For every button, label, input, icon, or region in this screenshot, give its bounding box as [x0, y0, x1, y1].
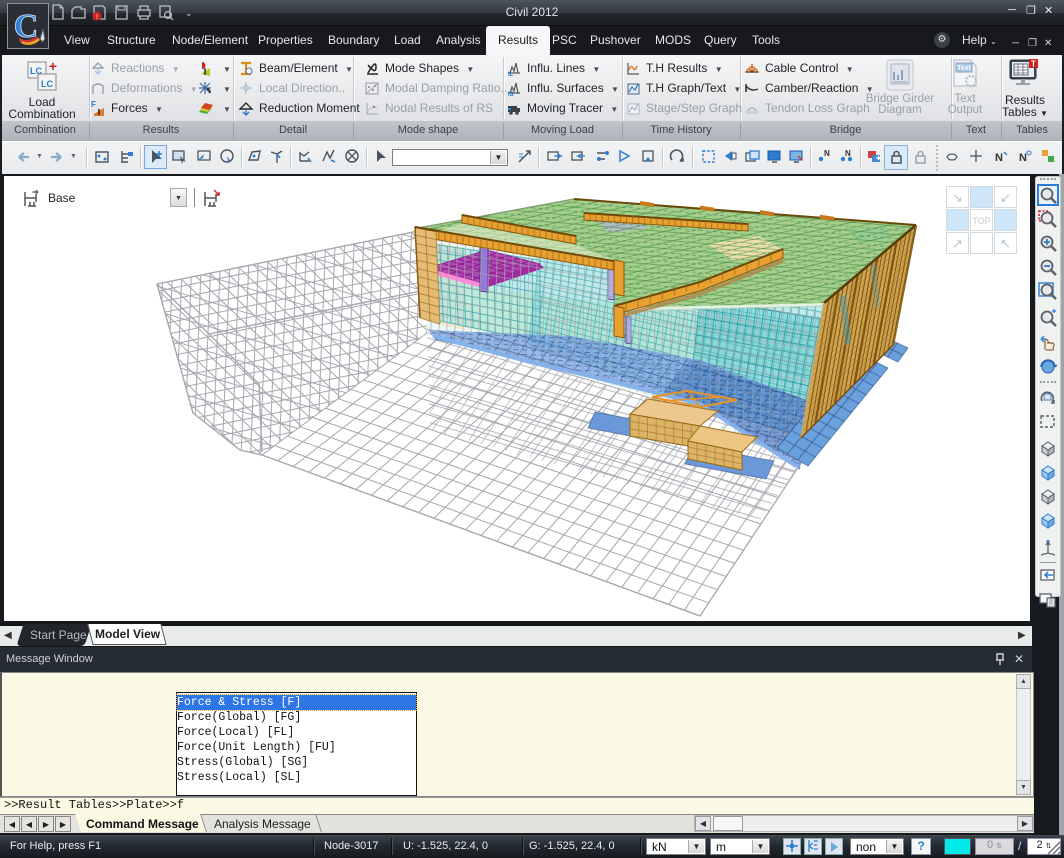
svg-text:IS: IS: [508, 92, 514, 97]
svg-text:N: N: [845, 149, 851, 158]
svg-text:N: N: [824, 149, 830, 158]
svg-text:⌄: ⌄: [185, 8, 193, 18]
svg-text:F: F: [91, 100, 96, 109]
svg-text:+: +: [49, 60, 57, 74]
svg-text:!: !: [96, 14, 98, 21]
svg-text:N: N: [1019, 152, 1027, 164]
svg-text:LC: LC: [41, 79, 53, 89]
svg-text:IL: IL: [508, 72, 514, 77]
svg-text:T: T: [1031, 60, 1036, 69]
svg-text:N: N: [995, 152, 1003, 164]
svg-text:Text: Text: [957, 65, 972, 72]
